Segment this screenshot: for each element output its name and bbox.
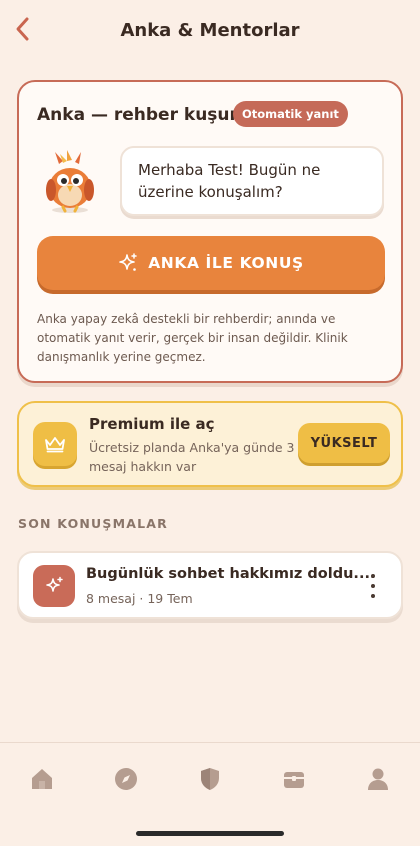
talk-to-anka-label: ANKA İLE KONUŞ: [148, 254, 304, 272]
tab-rewards[interactable]: [277, 762, 311, 796]
upgrade-button[interactable]: YÜKSELT: [298, 423, 390, 463]
conversation-avatar: [33, 565, 75, 607]
crown-badge: [33, 422, 77, 466]
profile-icon: [368, 768, 388, 790]
premium-title: Premium ile aç: [89, 415, 215, 433]
anka-card-title: Anka — rehber kuşun: [37, 105, 242, 125]
tab-home[interactable]: [25, 762, 59, 796]
talk-to-anka-button[interactable]: ANKA İLE KONUŞ: [37, 236, 385, 290]
sparkle-icon: [119, 253, 137, 271]
chest-icon: [284, 772, 304, 788]
crown-icon: [45, 437, 65, 453]
conversation-title: Bugünlük sohbet hakkımız doldu....: [86, 566, 376, 582]
shield-icon: [201, 768, 219, 790]
ai-disclaimer: Anka yapay zekâ destekli bir rehberdir; …: [37, 312, 348, 364]
premium-card: Premium ile aç Ücretsiz planda Anka'ya g…: [17, 401, 403, 487]
anka-bird-icon: [46, 150, 94, 213]
sparkle-icon: [46, 576, 63, 592]
tab-protection[interactable]: [193, 762, 227, 796]
conversation-meta: 8 mesaj · 19 Tem: [86, 591, 193, 606]
compass-icon: [115, 768, 137, 790]
anka-card: Anka — rehber kuşun Otomatik yanıt Merha…: [17, 80, 403, 383]
page-title: Anka & Mentorlar: [120, 20, 300, 41]
home-icon: [32, 769, 52, 789]
tab-profile[interactable]: [361, 762, 395, 796]
conversation-item[interactable]: Bugünlük sohbet hakkımız doldu.... 8 mes…: [17, 551, 403, 619]
bottom-tab-bar: [0, 742, 420, 846]
header: Anka & Mentorlar: [0, 0, 420, 62]
premium-subtitle: Ücretsiz planda Anka'ya günde 3 mesaj ha…: [89, 440, 295, 474]
tab-explore[interactable]: [109, 762, 143, 796]
greeting-bubble: Merhaba Test! Bugün ne üzerine konuşalım…: [120, 146, 384, 216]
home-indicator: [136, 831, 284, 836]
recent-conversations-heading: SON KONUŞMALAR: [18, 516, 168, 531]
auto-reply-badge: Otomatik yanıt: [233, 101, 348, 127]
more-options-icon[interactable]: [365, 574, 381, 598]
